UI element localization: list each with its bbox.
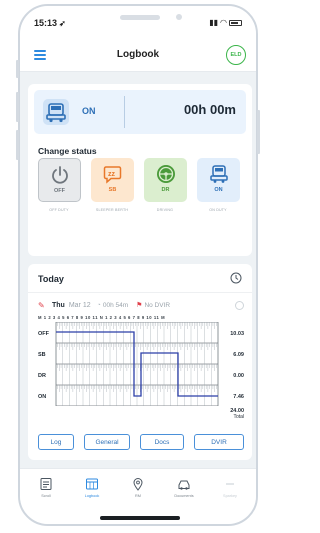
- battery-icon: [229, 19, 242, 26]
- current-status-strip[interactable]: ON 00h 00m: [34, 90, 246, 134]
- clock-icon[interactable]: [230, 272, 242, 284]
- volume-down-button: [16, 130, 19, 160]
- status-option-sb-caption: SLEEPER BERTH: [95, 208, 129, 212]
- tab-sparkey-label: Sparkey: [223, 494, 237, 498]
- row-total-sb: 6.09: [233, 352, 244, 358]
- location-arrow-icon: ➶: [59, 19, 66, 28]
- wifi-icon: ◠: [220, 18, 227, 27]
- status-option-sb[interactable]: zz SB: [91, 158, 134, 202]
- day-duration: 00h 54m: [102, 301, 129, 309]
- svg-text:zz: zz: [108, 171, 116, 178]
- tab-scroll[interactable]: Scroll: [26, 477, 66, 498]
- day-date: Mar 12: [68, 301, 91, 309]
- today-title: Today: [38, 274, 64, 284]
- camera-dot: [176, 14, 182, 20]
- status-option-on-label: ON: [214, 187, 223, 193]
- status-time-text: 15:13: [34, 18, 58, 28]
- log-button[interactable]: Log: [38, 434, 74, 450]
- top-nav-bar: Logbook ELD: [20, 40, 256, 72]
- volume-up-button: [16, 92, 19, 122]
- status-option-off[interactable]: OFF: [38, 158, 81, 202]
- tab-logbook-label: Logbook: [84, 494, 100, 498]
- dvir-button[interactable]: DVIR: [194, 434, 244, 450]
- grand-total: 24.00 Total: [38, 408, 244, 420]
- timer-icon: ◔: [96, 301, 101, 309]
- sleep-zz-icon: zz: [103, 166, 121, 184]
- eld-connection-badge[interactable]: ELD: [226, 45, 246, 65]
- tab-rm-label: RM: [135, 494, 141, 498]
- grand-total-label: Total: [233, 414, 244, 420]
- tab-documents-label: Documents: [174, 494, 194, 498]
- change-status-title: Change status: [38, 146, 97, 156]
- speaker-notch: [120, 15, 160, 20]
- row-label-dr: DR: [38, 373, 46, 379]
- status-option-dr-label: DR: [161, 187, 170, 193]
- dvir-warning-icon: ⚑: [136, 302, 143, 309]
- row-total-off: 10.03: [230, 331, 244, 337]
- signal-icon: ▮▮: [209, 18, 219, 27]
- dvir-status: No DVIR: [144, 301, 171, 309]
- status-option-dr-caption: DRIVING: [156, 208, 174, 212]
- calendar-edit-icon: ✎: [38, 300, 45, 310]
- day-select-radio[interactable]: [235, 300, 244, 310]
- truck-icon: [209, 165, 228, 183]
- status-time: 15:13 ➶: [34, 18, 66, 28]
- phone-frame: 15:13 ➶ ▮▮ ◠ Logbook ELD ON 00h 00m Chan…: [18, 4, 258, 526]
- row-label-on: ON: [38, 394, 46, 400]
- row-label-off: OFF: [38, 331, 50, 337]
- logbook-icon: [86, 478, 98, 490]
- mute-switch: [16, 60, 19, 78]
- strip-divider: [124, 96, 125, 128]
- general-button[interactable]: General: [84, 434, 130, 450]
- status-option-off-caption: OFF DUTY: [49, 208, 69, 212]
- status-option-on[interactable]: ON: [197, 158, 240, 202]
- current-status-label: ON: [82, 106, 96, 116]
- tab-scroll-label: Scroll: [41, 494, 51, 498]
- today-card: Today ✎ Thu Mar 12 ◔ 00h 54m ⚑ No DVIR M…: [28, 264, 252, 460]
- row-total-on: 7.46: [233, 394, 244, 400]
- today-divider: [28, 292, 252, 293]
- home-indicator: [100, 516, 180, 520]
- tab-rm[interactable]: RM: [118, 477, 158, 498]
- more-icon: [226, 483, 234, 485]
- steering-wheel-icon: [156, 165, 175, 183]
- status-card: ON 00h 00m Change status OFF zz SB DR ON…: [28, 84, 252, 256]
- tab-logbook[interactable]: Logbook: [72, 477, 112, 498]
- docs-button[interactable]: Docs: [140, 434, 184, 450]
- power-button: [257, 110, 260, 154]
- truck-icon: [43, 99, 69, 125]
- status-option-on-caption: ON DUTY: [209, 208, 227, 212]
- scroll-icon: [40, 478, 52, 490]
- page-title: Logbook: [116, 49, 160, 60]
- tab-sparkey[interactable]: Sparkey: [210, 477, 250, 498]
- status-bar: 15:13 ➶ ▮▮ ◠: [20, 6, 256, 40]
- current-status-duration: 00h 00m: [183, 102, 236, 117]
- power-icon: [51, 166, 68, 184]
- row-total-dr: 0.00: [233, 373, 244, 379]
- tab-documents[interactable]: Documents: [164, 477, 204, 498]
- status-icons: ▮▮ ◠: [209, 18, 242, 27]
- day-name: Thu: [52, 301, 65, 309]
- day-summary-row[interactable]: ✎ Thu Mar 12 ◔ 00h 54m ⚑ No DVIR: [38, 298, 244, 312]
- row-label-sb: SB: [38, 352, 46, 358]
- map-pin-icon: [133, 478, 143, 491]
- log-graph[interactable]: OFF SB DR ON 10.03 6.09 0.00 7.46: [38, 322, 244, 406]
- log-action-buttons: Log General Docs DVIR: [38, 434, 244, 450]
- documents-icon: [178, 480, 190, 490]
- status-option-off-label: OFF: [54, 188, 65, 194]
- hour-ruler: M 1 2 3 4 5 6 7 8 9 10 11 N 1 2 3 4 5 6 …: [38, 315, 166, 320]
- bottom-tab-bar: Scroll Logbook RM Documents Sparkey: [20, 468, 256, 524]
- status-options: OFF zz SB DR ON OFF DUTY SLEEPER BERTH D…: [38, 158, 242, 230]
- status-option-dr[interactable]: DR: [144, 158, 187, 202]
- status-option-sb-label: SB: [108, 187, 117, 193]
